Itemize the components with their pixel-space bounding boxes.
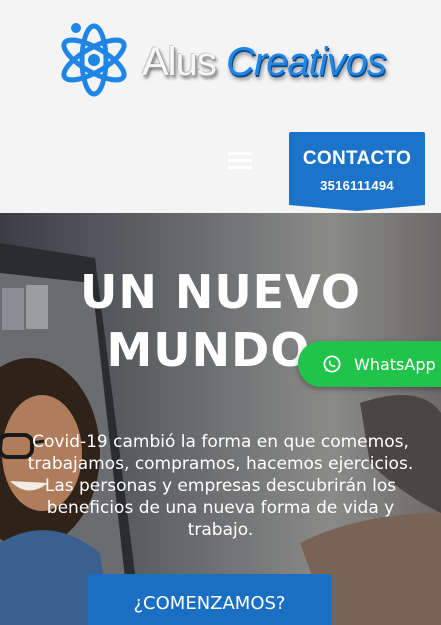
whatsapp-button[interactable]: WhatsApp: [298, 341, 441, 387]
atom-logo-icon: [61, 23, 127, 97]
contact-button[interactable]: CONTACTO 3516111494: [289, 132, 425, 211]
hero-description: Covid-19 cambió la forma en que comemos,…: [18, 431, 423, 541]
contact-phone: 3516111494: [320, 178, 394, 193]
site-logo[interactable]: Alus Creativos: [56, 18, 387, 100]
hero-text-line-2: trabajamos, compramos, hacemos ejercicio…: [27, 454, 414, 474]
start-button[interactable]: ¿COMENZAMOS?: [88, 574, 331, 625]
site-header: Alus Creativos CONTACTO 3516111494: [0, 0, 441, 213]
hero-text-line-3: Las personas y empresas descubrirán los: [44, 476, 397, 496]
logo-word-creativos: Creativos: [225, 40, 387, 84]
hero-title-line-1: UN NUEVO: [79, 265, 362, 319]
logo-wordmark: Alus Creativos: [142, 40, 387, 85]
whatsapp-label: WhatsApp: [354, 355, 436, 374]
logo-word-alus: Alus: [142, 40, 217, 84]
hero-section: UN NUEVO MUNDO Covid-19 cambió la forma …: [0, 213, 441, 625]
menu-hamburger-icon[interactable]: [228, 152, 252, 170]
contact-title: CONTACTO: [302, 148, 412, 169]
hero-text-line-4: beneficios de una nueva forma de vida y …: [46, 498, 395, 540]
whatsapp-icon: [323, 355, 341, 373]
hero-text-line-1: Covid-19 cambió la forma en que comemos,: [32, 432, 409, 452]
